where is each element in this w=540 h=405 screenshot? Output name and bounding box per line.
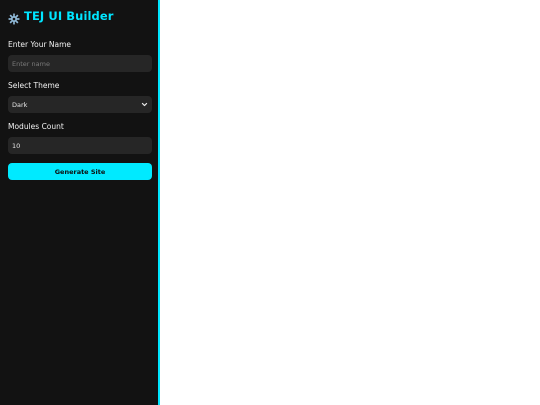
theme-select[interactable]: Dark — [8, 96, 152, 113]
sidebar-panel: TEJ UI Builder Enter Your Name Select Th… — [0, 0, 160, 405]
chevron-down-icon — [141, 101, 148, 108]
modules-count-input[interactable] — [8, 137, 152, 154]
generate-site-button[interactable]: Generate Site — [8, 163, 152, 180]
gear-icon — [8, 10, 20, 25]
theme-label: Select Theme — [8, 81, 60, 90]
name-label: Enter Your Name — [8, 40, 72, 49]
preview-area — [160, 0, 540, 405]
brand-header: TEJ UI Builder — [8, 8, 150, 25]
modules-label: Modules Count — [8, 122, 64, 131]
theme-select-value: Dark — [12, 100, 28, 109]
app-title: TEJ UI Builder — [24, 9, 114, 23]
app-window: TEJ UI Builder Enter Your Name Select Th… — [0, 0, 540, 405]
name-input[interactable] — [8, 55, 152, 72]
